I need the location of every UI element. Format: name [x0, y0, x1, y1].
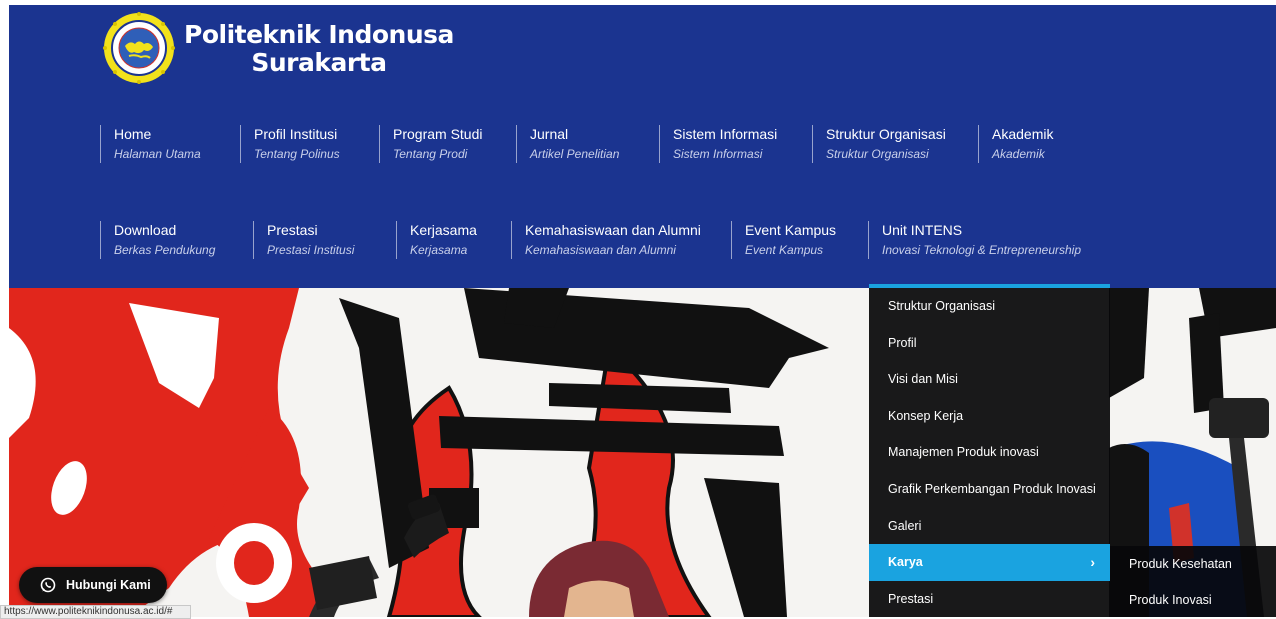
nav-unit-intens[interactable]: Unit INTENS Inovasi Teknologi & Entrepre…: [868, 221, 1081, 259]
submenu-item-produk-kesehatan[interactable]: Produk Kesehatan: [1110, 546, 1276, 582]
nav-subtitle: Akademik: [992, 147, 1045, 161]
dropdown-item-konsep-kerja[interactable]: Konsep Kerja: [869, 398, 1110, 435]
nav-kerjasama[interactable]: Kerjasama Kerjasama: [396, 221, 477, 259]
polinus-logo-icon[interactable]: [103, 12, 175, 84]
whatsapp-button-label: Hubungi Kami: [66, 578, 151, 592]
nav-title: Download: [114, 222, 177, 238]
nav-title: Prestasi: [267, 222, 318, 238]
dropdown-item-karya[interactable]: Karya ›: [869, 544, 1110, 581]
nav-title: Struktur Organisasi: [826, 126, 946, 142]
nav-download[interactable]: Download Berkas Pendukung: [100, 221, 215, 259]
nav-program-studi[interactable]: Program Studi Tentang Prodi: [379, 125, 482, 163]
brand-name[interactable]: Politeknik Indonusa Surakarta: [184, 21, 454, 77]
nav-subtitle: Tentang Polinus: [254, 147, 340, 161]
nav-title: Jurnal: [530, 126, 569, 142]
nav-subtitle: Halaman Utama: [114, 147, 201, 161]
nav-title: Sistem Informasi: [673, 126, 778, 142]
nav-title: Event Kampus: [745, 222, 837, 238]
chevron-right-icon: ›: [1090, 554, 1095, 571]
page: Politeknik Indonusa Surakarta Home Halam…: [9, 5, 1276, 617]
nav-home[interactable]: Home Halaman Utama: [100, 125, 201, 163]
nav-subtitle: Kemahasiswaan dan Alumni: [525, 243, 676, 257]
dropdown-item-grafik[interactable]: Grafik Perkembangan Produk Inovasi: [869, 471, 1110, 508]
nav-title: Akademik: [992, 126, 1054, 142]
nav-jurnal[interactable]: Jurnal Artikel Penelitian: [516, 125, 619, 163]
nav-subtitle: Berkas Pendukung: [114, 243, 216, 257]
nav-event-kampus[interactable]: Event Kampus Event Kampus: [731, 221, 836, 259]
nav-subtitle: Prestasi Institusi: [267, 243, 355, 257]
karya-submenu: Produk Kesehatan Produk Inovasi: [1110, 546, 1276, 617]
dropdown-item-manajemen-produk[interactable]: Manajemen Produk inovasi: [869, 434, 1110, 471]
nav-subtitle: Struktur Organisasi: [826, 147, 929, 161]
dropdown-item-galeri[interactable]: Galeri: [869, 508, 1110, 545]
whatsapp-contact-button[interactable]: Hubungi Kami: [19, 567, 167, 603]
brand-line-1: Politeknik Indonusa: [184, 20, 454, 49]
nav-title: Home: [114, 126, 152, 142]
nav-title: Kerjasama: [410, 222, 477, 238]
dropdown-item-profil[interactable]: Profil: [869, 325, 1110, 362]
nav-subtitle: Tentang Prodi: [393, 147, 468, 161]
nav-subtitle: Kerjasama: [410, 243, 468, 257]
dropdown-item-visi-dan-misi[interactable]: Visi dan Misi: [869, 361, 1110, 398]
nav-title: Unit INTENS: [882, 222, 963, 238]
dropdown-item-struktur-organisasi[interactable]: Struktur Organisasi: [869, 288, 1110, 325]
nav-kemahasiswaan[interactable]: Kemahasiswaan dan Alumni Kemahasiswaan d…: [511, 221, 701, 259]
nav-prestasi[interactable]: Prestasi Prestasi Institusi: [253, 221, 354, 259]
nav-struktur-organisasi[interactable]: Struktur Organisasi Struktur Organisasi: [812, 125, 946, 163]
nav-sistem-informasi[interactable]: Sistem Informasi Sistem Informasi: [659, 125, 777, 163]
nav-title: Kemahasiswaan dan Alumni: [525, 222, 701, 238]
brand-line-2: Surakarta: [251, 48, 387, 77]
nav-subtitle: Event Kampus: [745, 243, 824, 257]
nav-akademik[interactable]: Akademik Akademik: [978, 125, 1053, 163]
submenu-item-produk-inovasi[interactable]: Produk Inovasi: [1110, 582, 1276, 617]
nav-subtitle: Sistem Informasi: [673, 147, 763, 161]
nav-subtitle: Inovasi Teknologi & Entrepreneurship: [882, 243, 1082, 257]
dropdown-item-label: Karya: [888, 555, 923, 570]
dropdown-item-prestasi[interactable]: Prestasi: [869, 581, 1110, 617]
whatsapp-icon: [40, 577, 56, 593]
nav-subtitle: Artikel Penelitian: [530, 147, 620, 161]
nav-profil-institusi[interactable]: Profil Institusi Tentang Polinus: [240, 125, 340, 163]
site-header: Politeknik Indonusa Surakarta Home Halam…: [9, 5, 1276, 288]
nav-title: Profil Institusi: [254, 126, 338, 142]
nav-title: Program Studi: [393, 126, 483, 142]
unit-intens-dropdown: Struktur Organisasi Profil Visi dan Misi…: [869, 284, 1110, 617]
